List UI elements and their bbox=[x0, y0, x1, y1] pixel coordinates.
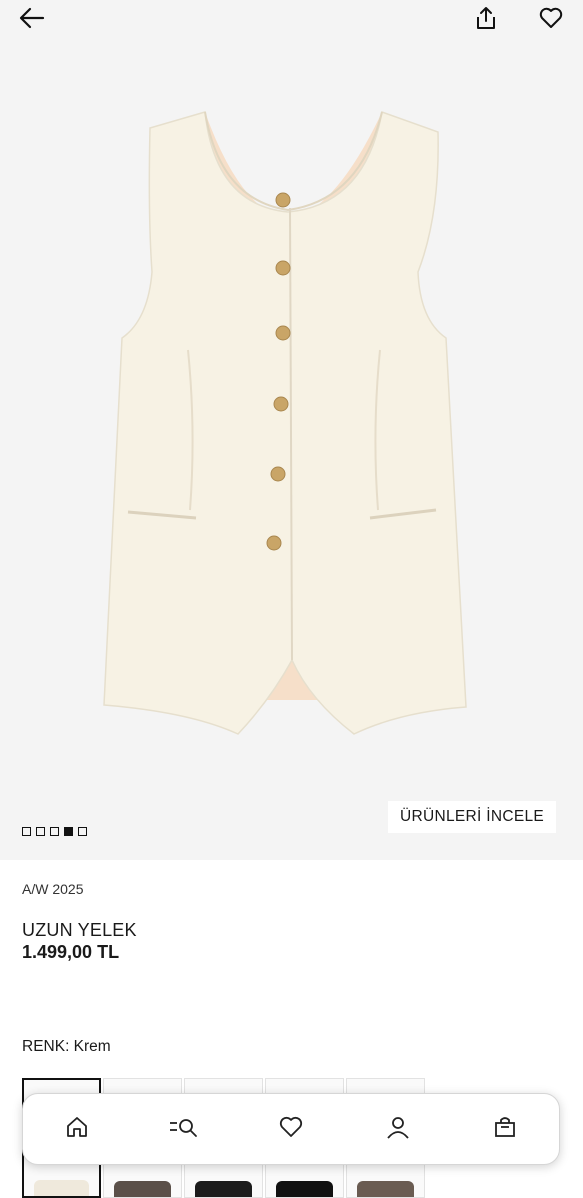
product-image bbox=[0, 0, 583, 860]
gallery-dot-active[interactable] bbox=[64, 827, 73, 836]
user-icon bbox=[386, 1115, 410, 1144]
product-name: UZUN YELEK bbox=[22, 920, 137, 940]
arrow-left-icon[interactable] bbox=[18, 4, 46, 32]
season-label: A/W 2025 bbox=[22, 881, 84, 897]
swatch-garment bbox=[34, 1180, 89, 1196]
nav-home[interactable] bbox=[53, 1105, 101, 1153]
product-price: 1.499,00 TL bbox=[22, 942, 120, 962]
nav-bag[interactable] bbox=[481, 1105, 529, 1153]
gallery-dot[interactable] bbox=[50, 827, 59, 836]
home-icon bbox=[65, 1115, 89, 1144]
color-label: RENK: Krem bbox=[22, 1038, 111, 1055]
swatch-garment bbox=[114, 1181, 171, 1197]
bottom-navigation bbox=[22, 1093, 560, 1165]
gallery-dot[interactable] bbox=[78, 827, 87, 836]
nav-favorites[interactable] bbox=[267, 1105, 315, 1153]
swatch-garment bbox=[276, 1181, 333, 1197]
gallery-dot[interactable] bbox=[36, 827, 45, 836]
inspect-products-button[interactable]: ÜRÜNLERİ İNCELE bbox=[388, 801, 556, 833]
heart-icon bbox=[279, 1116, 303, 1143]
search-icon bbox=[168, 1115, 200, 1144]
gallery-pagination bbox=[22, 827, 87, 836]
top-bar bbox=[0, 0, 583, 40]
product-image-gallery[interactable]: ÜRÜNLERİ İNCELE bbox=[0, 0, 583, 860]
swatch-garment bbox=[195, 1181, 252, 1197]
nav-account[interactable] bbox=[374, 1105, 422, 1153]
heart-icon[interactable] bbox=[537, 4, 565, 32]
nav-search[interactable] bbox=[160, 1105, 208, 1153]
bag-icon bbox=[493, 1115, 517, 1144]
swatch-garment bbox=[357, 1181, 414, 1197]
gallery-dot[interactable] bbox=[22, 827, 31, 836]
share-icon[interactable] bbox=[472, 4, 500, 32]
